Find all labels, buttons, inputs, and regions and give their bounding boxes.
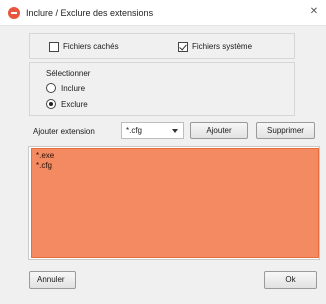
delete-button[interactable]: Supprimer bbox=[256, 122, 315, 139]
list-selection-highlight: *.exe *.cfg bbox=[31, 148, 319, 258]
select-groupbox: Sélectionner Inclure Exclure bbox=[29, 62, 295, 116]
select-group-label: Sélectionner bbox=[46, 69, 91, 78]
dialog-window: Inclure / Exclure des extensions ✕ Fichi… bbox=[0, 0, 326, 304]
add-button[interactable]: Ajouter bbox=[190, 122, 248, 139]
ok-button[interactable]: Ok bbox=[264, 271, 317, 289]
list-item[interactable]: *.exe bbox=[36, 151, 54, 160]
cancel-button[interactable]: Annuler bbox=[29, 271, 76, 289]
hidden-files-label: Fichiers cachés bbox=[63, 42, 119, 51]
app-logo-icon bbox=[8, 7, 20, 19]
list-item[interactable]: *.cfg bbox=[36, 161, 52, 170]
hidden-files-checkbox[interactable] bbox=[49, 42, 59, 52]
system-files-checkbox[interactable] bbox=[178, 42, 188, 52]
extensions-list[interactable]: *.exe *.cfg bbox=[28, 146, 320, 260]
title-bar[interactable]: Inclure / Exclure des extensions ✕ bbox=[0, 0, 326, 26]
include-label: Inclure bbox=[61, 84, 86, 93]
files-groupbox: Fichiers cachés Fichiers système bbox=[29, 33, 295, 59]
window-title: Inclure / Exclure des extensions bbox=[26, 8, 154, 18]
add-extension-label: Ajouter extension bbox=[33, 127, 95, 136]
extension-dropdown[interactable]: *.cfg bbox=[121, 122, 184, 139]
exclude-radio[interactable] bbox=[46, 99, 56, 109]
close-icon[interactable]: ✕ bbox=[308, 6, 320, 18]
system-files-label: Fichiers système bbox=[192, 42, 253, 51]
extension-dropdown-value: *.cfg bbox=[126, 126, 143, 135]
include-radio[interactable] bbox=[46, 83, 56, 93]
exclude-label: Exclure bbox=[61, 100, 88, 109]
chevron-down-icon bbox=[172, 129, 178, 133]
